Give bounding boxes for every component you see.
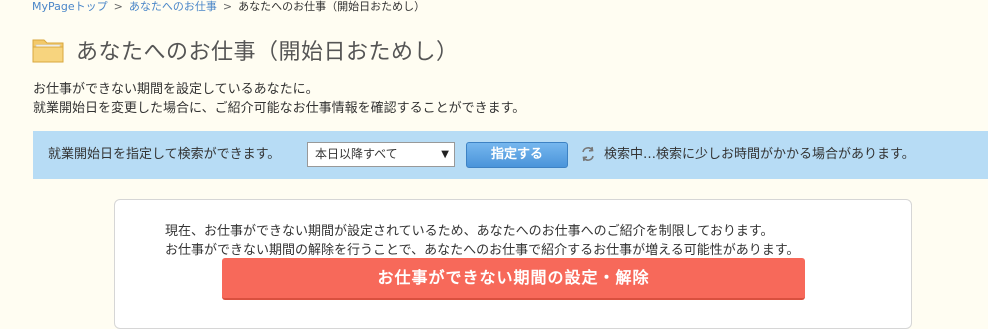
breadcrumb-separator: > <box>222 0 233 13</box>
folder-icon <box>32 39 64 63</box>
unavailable-period-settings-button[interactable]: お仕事ができない期間の設定・解除 <box>222 258 805 300</box>
intro-line: 就業開始日を変更した場合に、ご紹介可能なお仕事情報を確認することができます。 <box>33 101 526 116</box>
breadcrumb-current: あなたへのお仕事（開始日おためし） <box>238 0 426 13</box>
restriction-notice: 現在、お仕事ができない期間が設定されているため、あなたへのお仕事へのご紹介を制限… <box>114 199 912 329</box>
intro-line: お仕事ができない期間を設定しているあなたに。 <box>33 82 319 97</box>
start-date-search-bar: 就業開始日を指定して検索ができます。 本日以降すべて ▼ 指定する 検索中…検索… <box>33 131 988 179</box>
start-date-select[interactable]: 本日以降すべて ▼ <box>307 142 455 167</box>
chevron-down-icon: ▼ <box>441 149 449 160</box>
page-header: あなたへのお仕事（開始日おためし） <box>32 34 459 66</box>
search-status-text: 検索中…検索に少しお時間がかかる場合があります。 <box>604 147 915 162</box>
notice-line: 現在、お仕事ができない期間が設定されているため、あなたへのお仕事へのご紹介を制限… <box>165 224 774 239</box>
start-date-select-value: 本日以降すべて <box>315 147 398 161</box>
intro-text: お仕事ができない期間を設定しているあなたに。 就業開始日を変更した場合に、ご紹介… <box>33 80 525 118</box>
breadcrumb-link-mypage-top[interactable]: MyPageトップ <box>32 0 108 13</box>
breadcrumb: MyPageトップ > あなたへのお仕事 > あなたへのお仕事（開始日おためし） <box>32 0 425 14</box>
notice-text: 現在、お仕事ができない期間が設定されているため、あなたへのお仕事へのご紹介を制限… <box>165 222 799 260</box>
breadcrumb-link-jobs[interactable]: あなたへのお仕事 <box>129 0 217 13</box>
breadcrumb-separator: > <box>113 0 123 13</box>
search-label: 就業開始日を指定して検索ができます。 <box>48 147 281 162</box>
refresh-icon <box>582 146 594 162</box>
page-title: あなたへのお仕事（開始日おためし） <box>76 40 459 65</box>
designate-button[interactable]: 指定する <box>466 142 568 168</box>
